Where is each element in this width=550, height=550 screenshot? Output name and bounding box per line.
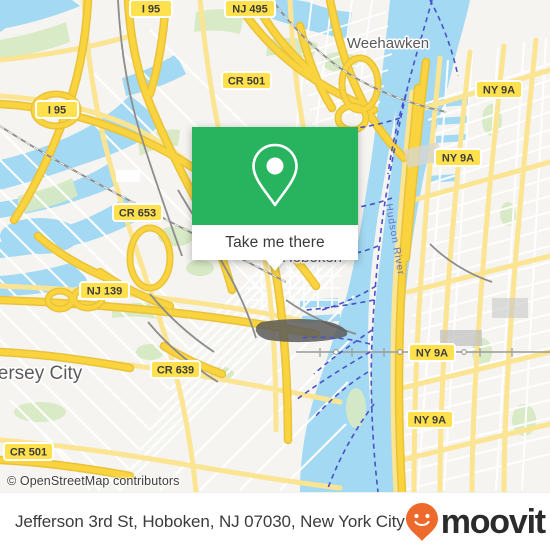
road-shield-label: I 95 bbox=[48, 105, 66, 117]
road-shield: NY 9A bbox=[434, 148, 482, 167]
road-shield: NY 9A bbox=[406, 410, 454, 429]
road-shield: CR 639 bbox=[150, 360, 201, 379]
road-shield-label: CR 501 bbox=[228, 76, 265, 88]
popup-header bbox=[192, 127, 358, 225]
osm-attribution[interactable]: © OpenStreetMap contributors bbox=[7, 474, 180, 488]
place-label-jersey-city: ersey City bbox=[0, 363, 83, 384]
moovit-wordmark: moovit bbox=[440, 503, 546, 541]
road-shield: NY 9A bbox=[475, 80, 523, 99]
road-shield: NJ 495 bbox=[224, 0, 276, 18]
road-shield: NJ 139 bbox=[79, 281, 130, 300]
address-label: Jefferson 3rd St, Hoboken, NJ 07030, New… bbox=[15, 512, 405, 531]
map-pin-icon bbox=[252, 143, 298, 207]
footer-bar: Jefferson 3rd St, Hoboken, NJ 07030, New… bbox=[0, 492, 550, 550]
road-shield: I 95 bbox=[129, 0, 173, 18]
road-shield-label: NY 9A bbox=[416, 348, 448, 360]
road-shield-label: CR 501 bbox=[10, 447, 47, 459]
road-shield-label: CR 639 bbox=[157, 365, 194, 377]
road-shield-label: CR 653 bbox=[119, 208, 156, 220]
road-shield-label: NJ 139 bbox=[87, 286, 122, 298]
road-shield: CR 501 bbox=[3, 442, 54, 461]
road-shield-label: NY 9A bbox=[483, 85, 515, 97]
place-label-weehawken: Weehawken bbox=[347, 35, 429, 52]
location-popup-card[interactable]: Take me there bbox=[192, 127, 358, 271]
road-shield: CR 653 bbox=[112, 203, 163, 222]
road-shield: NY 9A bbox=[408, 343, 456, 362]
road-shield-label: NJ 495 bbox=[232, 4, 267, 16]
popup-tail-pointer bbox=[266, 260, 284, 271]
road-shield-label: NY 9A bbox=[442, 153, 474, 165]
road-shield-label: NY 9A bbox=[414, 415, 446, 427]
road-shield-label: I 95 bbox=[142, 4, 160, 16]
moovit-brand[interactable]: moovit bbox=[405, 502, 546, 542]
moovit-smiley-pin-icon bbox=[405, 503, 438, 541]
road-shield: CR 501 bbox=[221, 71, 272, 90]
take-me-there-label: Take me there bbox=[225, 233, 325, 251]
popup-footer[interactable]: Take me there bbox=[192, 225, 358, 271]
road-shield: I 95 bbox=[35, 100, 79, 119]
map-screenshot-root: Weehawken Hoboken ersey City Hudson Rive… bbox=[0, 0, 550, 550]
